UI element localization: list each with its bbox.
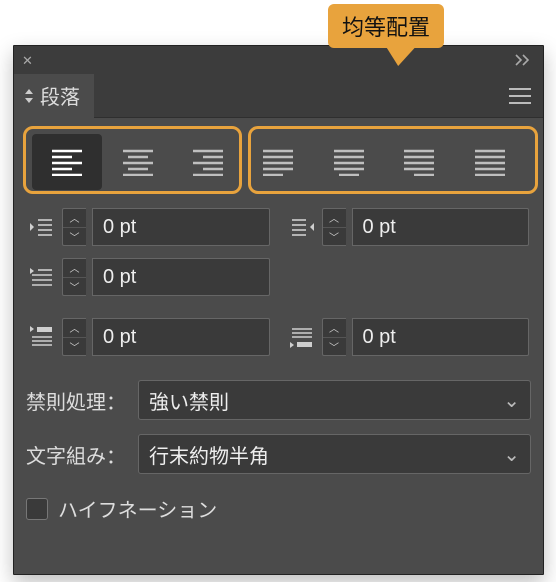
first-line-indent-stepper[interactable]: ︿ ﹀ bbox=[62, 258, 86, 296]
tab-bar: 段落 bbox=[14, 74, 543, 118]
expand-icon bbox=[24, 88, 34, 104]
align-left-button[interactable] bbox=[32, 134, 102, 190]
hyphenation-row: ハイフネーション bbox=[26, 494, 531, 523]
kinsoku-value: 強い禁則 bbox=[149, 386, 229, 415]
space-before-stepper[interactable]: ︿ ﹀ bbox=[62, 318, 86, 356]
chevron-up-icon[interactable]: ︿ bbox=[63, 319, 86, 338]
chevron-up-icon[interactable]: ︿ bbox=[323, 209, 346, 228]
kinsoku-select[interactable]: 強い禁則 ⌄ bbox=[138, 380, 531, 420]
chevron-down-icon[interactable]: ﹀ bbox=[63, 338, 86, 356]
right-indent-input[interactable]: 0 pt bbox=[352, 208, 530, 246]
kinsoku-row: 禁則処理： 強い禁則 ⌄ bbox=[26, 380, 531, 420]
justify-all-button[interactable] bbox=[455, 134, 525, 190]
chevron-down-icon: ⌄ bbox=[503, 388, 520, 413]
alignment-row bbox=[26, 134, 531, 190]
chevron-down-icon[interactable]: ﹀ bbox=[63, 278, 86, 296]
mojikumi-value: 行末約物半角 bbox=[149, 440, 269, 469]
chevron-down-icon: ⌄ bbox=[503, 442, 520, 467]
justify-last-center-button[interactable] bbox=[314, 134, 384, 190]
space-after-field: ︿ ﹀ 0 pt bbox=[288, 318, 530, 356]
space-before-field: ︿ ﹀ 0 pt bbox=[28, 318, 270, 356]
justify-last-right-button[interactable] bbox=[384, 134, 454, 190]
close-icon[interactable]: ✕ bbox=[22, 54, 33, 67]
left-indent-field: ︿ ﹀ 0 pt bbox=[28, 208, 270, 246]
tab-title: 段落 bbox=[40, 81, 80, 110]
spacing-fields: ︿ ﹀ 0 pt ︿ ﹀ bbox=[28, 318, 529, 356]
first-line-indent-icon bbox=[28, 265, 56, 289]
collapse-icon[interactable] bbox=[515, 54, 535, 66]
paragraph-panel: ✕ 段落 bbox=[13, 45, 544, 575]
right-indent-stepper[interactable]: ︿ ﹀ bbox=[322, 208, 346, 246]
right-indent-icon bbox=[288, 215, 316, 239]
indent-fields: ︿ ﹀ 0 pt ︿ ﹀ 0 pt bbox=[28, 208, 529, 296]
kinsoku-label: 禁則処理： bbox=[26, 386, 130, 415]
callout-tail bbox=[378, 40, 422, 66]
align-right-button[interactable] bbox=[173, 134, 243, 190]
select-group: 禁則処理： 強い禁則 ⌄ 文字組み： 行末約物半角 ⌄ bbox=[26, 380, 531, 474]
space-before-input[interactable]: 0 pt bbox=[92, 318, 270, 356]
mojikumi-row: 文字組み： 行末約物半角 ⌄ bbox=[26, 434, 531, 474]
menu-icon[interactable] bbox=[509, 88, 531, 104]
mojikumi-select[interactable]: 行末約物半角 ⌄ bbox=[138, 434, 531, 474]
first-line-indent-input[interactable]: 0 pt bbox=[92, 258, 270, 296]
hyphenation-label: ハイフネーション bbox=[58, 494, 217, 523]
chevron-down-icon[interactable]: ﹀ bbox=[63, 228, 86, 246]
first-line-indent-field: ︿ ﹀ 0 pt bbox=[28, 258, 270, 296]
panel-body: ︿ ﹀ 0 pt ︿ ﹀ 0 pt bbox=[14, 118, 543, 537]
tab-paragraph[interactable]: 段落 bbox=[14, 74, 94, 118]
space-after-stepper[interactable]: ︿ ﹀ bbox=[322, 318, 346, 356]
justify-last-left-button[interactable] bbox=[243, 134, 313, 190]
chevron-up-icon[interactable]: ︿ bbox=[323, 319, 346, 338]
left-indent-icon bbox=[28, 215, 56, 239]
left-indent-stepper[interactable]: ︿ ﹀ bbox=[62, 208, 86, 246]
chevron-down-icon[interactable]: ﹀ bbox=[323, 338, 346, 356]
chevron-down-icon[interactable]: ﹀ bbox=[323, 228, 346, 246]
space-before-icon bbox=[28, 325, 56, 349]
chevron-up-icon[interactable]: ︿ bbox=[63, 209, 86, 228]
align-center-button[interactable] bbox=[102, 134, 172, 190]
panel-title-bar: ✕ bbox=[14, 46, 543, 74]
right-indent-field: ︿ ﹀ 0 pt bbox=[288, 208, 530, 246]
space-after-input[interactable]: 0 pt bbox=[352, 318, 530, 356]
chevron-up-icon[interactable]: ︿ bbox=[63, 259, 86, 278]
space-after-icon bbox=[288, 325, 316, 349]
mojikumi-label: 文字組み： bbox=[26, 440, 130, 469]
callout-text: 均等配置 bbox=[342, 15, 430, 40]
hyphenation-checkbox[interactable] bbox=[26, 498, 48, 520]
left-indent-input[interactable]: 0 pt bbox=[92, 208, 270, 246]
